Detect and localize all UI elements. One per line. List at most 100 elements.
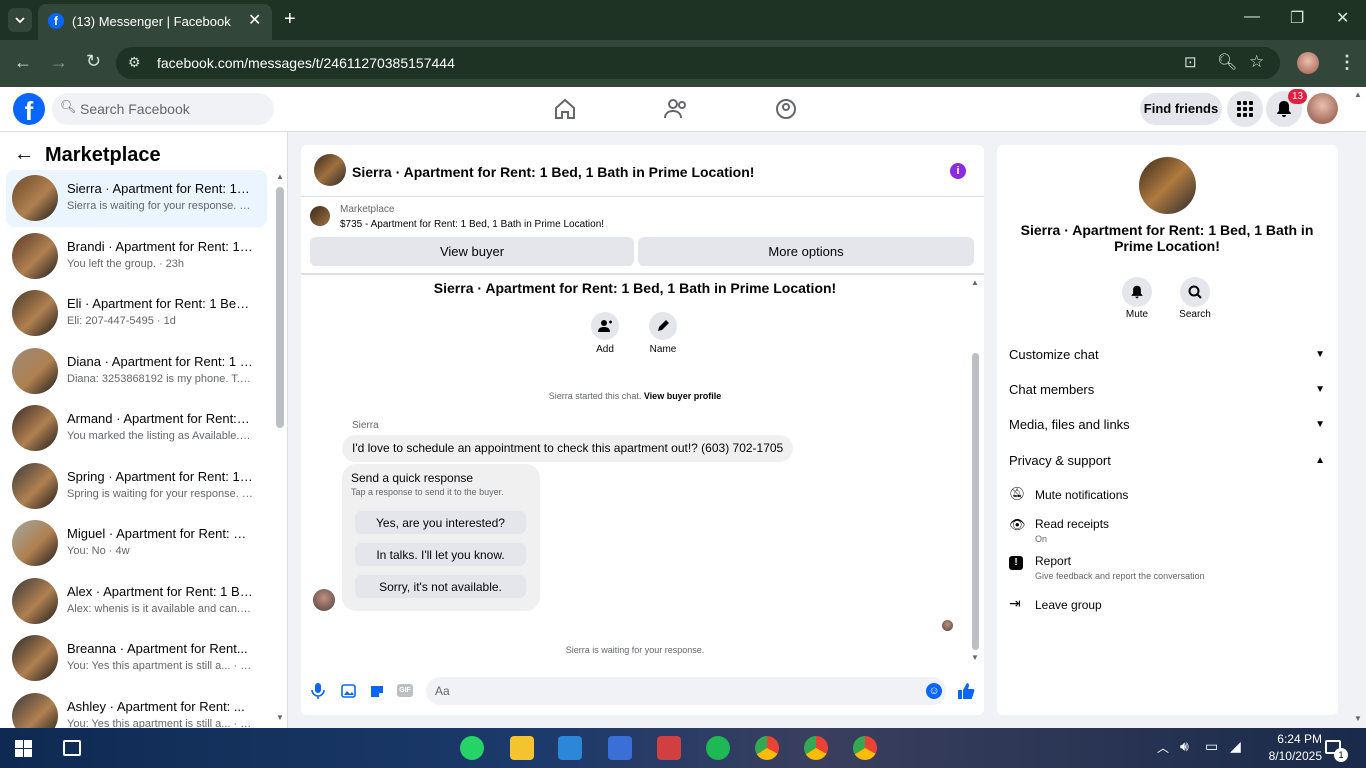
sidebar-scrollbar[interactable]	[276, 187, 284, 428]
clock-time[interactable]: 6:24 PM	[1260, 732, 1322, 746]
file-explorer-icon[interactable]	[510, 736, 534, 760]
page-scroll-down-icon[interactable]: ▼	[1354, 714, 1362, 723]
facebook-logo-icon[interactable]: f	[13, 93, 45, 125]
friends-nav-icon[interactable]	[664, 98, 688, 120]
emoji-icon[interactable]: ☺	[926, 683, 942, 699]
mute-button[interactable]	[1122, 277, 1152, 307]
chrome-icon[interactable]	[755, 736, 779, 760]
microsoft-store-icon[interactable]	[558, 736, 582, 760]
scroll-down-icon[interactable]: ▼	[276, 713, 284, 722]
chat-scroll-down-icon[interactable]: ▼	[971, 653, 979, 662]
listing-text[interactable]: $735 - Apartment for Rent: 1 Bed, 1 Bath…	[340, 219, 604, 230]
conversation-item[interactable]: Ashley · Apartment for Rent: ... You: Yes…	[6, 688, 267, 728]
install-app-icon[interactable]: ⊡	[1184, 53, 1197, 71]
conversation-item[interactable]: Spring · Apartment for Rent: 1 B... Sprin…	[6, 458, 267, 515]
groups-nav-icon[interactable]	[774, 98, 798, 120]
site-info-icon[interactable]: ⚙	[128, 54, 141, 71]
sticker-icon[interactable]	[369, 683, 385, 699]
conversation-item[interactable]: Breanna · Apartment for Rent... You: Yes …	[6, 630, 267, 687]
conversation-item[interactable]: Alex · Apartment for Rent: 1 Be... Alex: …	[6, 573, 267, 630]
wifi-icon[interactable]: ◢	[1230, 738, 1241, 755]
find-friends-button[interactable]: Find friends	[1140, 93, 1222, 125]
reload-icon[interactable]: ↻	[86, 51, 101, 72]
menu-grid-button[interactable]	[1227, 91, 1263, 127]
restore-icon[interactable]: ❐	[1290, 8, 1304, 28]
add-person-button[interactable]	[591, 312, 619, 340]
more-options-button[interactable]: More options	[638, 237, 974, 266]
url-bar[interactable]: ⚙ facebook.com/messages/t/24611270385157…	[116, 47, 1280, 79]
chat-header-title[interactable]: Sierra · Apartment for Rent: 1 Bed, 1 Ba…	[352, 164, 754, 180]
bookmark-star-icon[interactable]: ☆	[1249, 52, 1264, 72]
chrome-profile-icon[interactable]	[804, 736, 828, 760]
conversation-item[interactable]: Miguel · Apartment for Rent: 1 ... You: N…	[6, 515, 267, 572]
privacy-support-row[interactable]: Privacy & support ▲	[1009, 449, 1325, 471]
browser-menu-icon[interactable]: ⋮	[1338, 52, 1356, 73]
chrome-active-icon[interactable]	[853, 736, 877, 760]
report-row[interactable]: ! Report Give feedback and report the co…	[1009, 552, 1325, 582]
volume-icon[interactable]: 🔊︎	[1180, 738, 1189, 755]
new-tab-icon[interactable]: +	[284, 8, 296, 31]
tray-chevron-icon[interactable]: ︿	[1157, 739, 1169, 756]
gif-icon[interactable]: GIF	[397, 684, 413, 697]
battery-icon[interactable]: ▭	[1205, 738, 1218, 755]
snipping-tool-icon[interactable]	[657, 736, 681, 760]
tab-search-button[interactable]	[8, 8, 32, 32]
page-scroll-up-icon[interactable]: ▲	[1354, 90, 1362, 99]
chat-scrollbar[interactable]	[972, 353, 979, 650]
quick-response-in-talks-button[interactable]: In talks. I'll let you know.	[355, 543, 526, 566]
conversation-item[interactable]: Brandi · Apartment for Rent: 1 B... You l…	[6, 228, 267, 285]
scroll-up-icon[interactable]: ▲	[276, 172, 284, 181]
customize-chat-row[interactable]: Customize chat ▼	[1009, 343, 1325, 365]
info-icon[interactable]: i	[950, 163, 966, 179]
conversation-title: Sierra · Apartment for Rent: 1 B...	[67, 181, 253, 196]
bluestacks-icon[interactable]	[608, 736, 632, 760]
conversation-item[interactable]: Eli · Apartment for Rent: 1 Bed, ... Eli:…	[6, 285, 267, 342]
browser-tab-active[interactable]: f (13) Messenger | Facebook ✕	[38, 4, 272, 40]
back-arrow-icon[interactable]: ←	[14, 143, 34, 166]
microphone-icon[interactable]	[311, 683, 325, 699]
conversation-item[interactable]: Diana · Apartment for Rent: 1 B... Diana:…	[6, 343, 267, 400]
sender-avatar[interactable]	[313, 589, 335, 611]
search-conversation-button[interactable]	[1180, 277, 1210, 307]
message-bubble[interactable]: I'd love to schedule an appointment to c…	[342, 435, 793, 462]
read-receipts-row[interactable]: 👁︎ Read receipts On	[1009, 515, 1325, 545]
task-view-icon[interactable]	[63, 740, 81, 756]
quick-response-yes-button[interactable]: Yes, are you interested?	[355, 511, 526, 534]
edit-name-button[interactable]	[649, 312, 677, 340]
zoom-icon[interactable]: 🔍︎	[1217, 52, 1237, 72]
conversation-preview: Eli: 207-447-5495 · 1d	[67, 315, 176, 327]
close-tab-icon[interactable]: ✕	[248, 10, 261, 30]
report-icon: !	[1009, 556, 1023, 570]
close-window-icon[interactable]: ✕	[1336, 8, 1349, 28]
message-composer-input[interactable]: Aa ☺	[426, 677, 946, 705]
mute-notifications-row[interactable]: 🔕︎ Mute notifications	[1009, 485, 1325, 505]
media-files-links-row[interactable]: Media, files and links ▼	[1009, 413, 1325, 435]
mute-label: Mute	[1125, 309, 1149, 320]
quick-response-not-available-button[interactable]: Sorry, it's not available.	[355, 575, 526, 598]
chat-members-row[interactable]: Chat members ▼	[1009, 378, 1325, 400]
profile-avatar[interactable]	[1297, 52, 1319, 74]
windows-start-icon[interactable]	[15, 740, 32, 757]
back-icon[interactable]: ←	[14, 52, 32, 73]
listing-thumbnail[interactable]	[310, 206, 330, 226]
conversation-item[interactable]: Armand · Apartment for Rent: 1 ... You ma…	[6, 400, 267, 457]
chat-scroll-up-icon[interactable]: ▲	[971, 278, 979, 287]
account-avatar[interactable]	[1307, 93, 1338, 124]
forward-icon[interactable]: →	[50, 52, 68, 73]
whatsapp-icon[interactable]	[460, 736, 484, 760]
add-person-icon	[598, 320, 612, 332]
search-label: Search	[1179, 309, 1211, 320]
leave-group-row[interactable]: ⇥ Leave group	[1009, 595, 1325, 615]
thumbs-up-icon[interactable]	[957, 682, 975, 700]
home-nav-icon[interactable]	[553, 98, 577, 120]
minimize-icon[interactable]: —	[1244, 8, 1260, 26]
conversation-item[interactable]: Sierra · Apartment for Rent: 1 B... Sierr…	[6, 170, 267, 227]
view-buyer-profile-link[interactable]: View buyer profile	[644, 391, 721, 401]
photo-icon[interactable]	[340, 683, 356, 699]
clock-date[interactable]: 8/10/2025	[1252, 749, 1322, 763]
chat-header-avatar[interactable]	[314, 154, 346, 186]
view-buyer-button[interactable]: View buyer	[310, 237, 634, 266]
spotify-icon[interactable]	[706, 736, 730, 760]
details-avatar[interactable]	[1139, 157, 1196, 214]
search-facebook-input[interactable]: 🔍︎ Search Facebook	[52, 93, 274, 125]
